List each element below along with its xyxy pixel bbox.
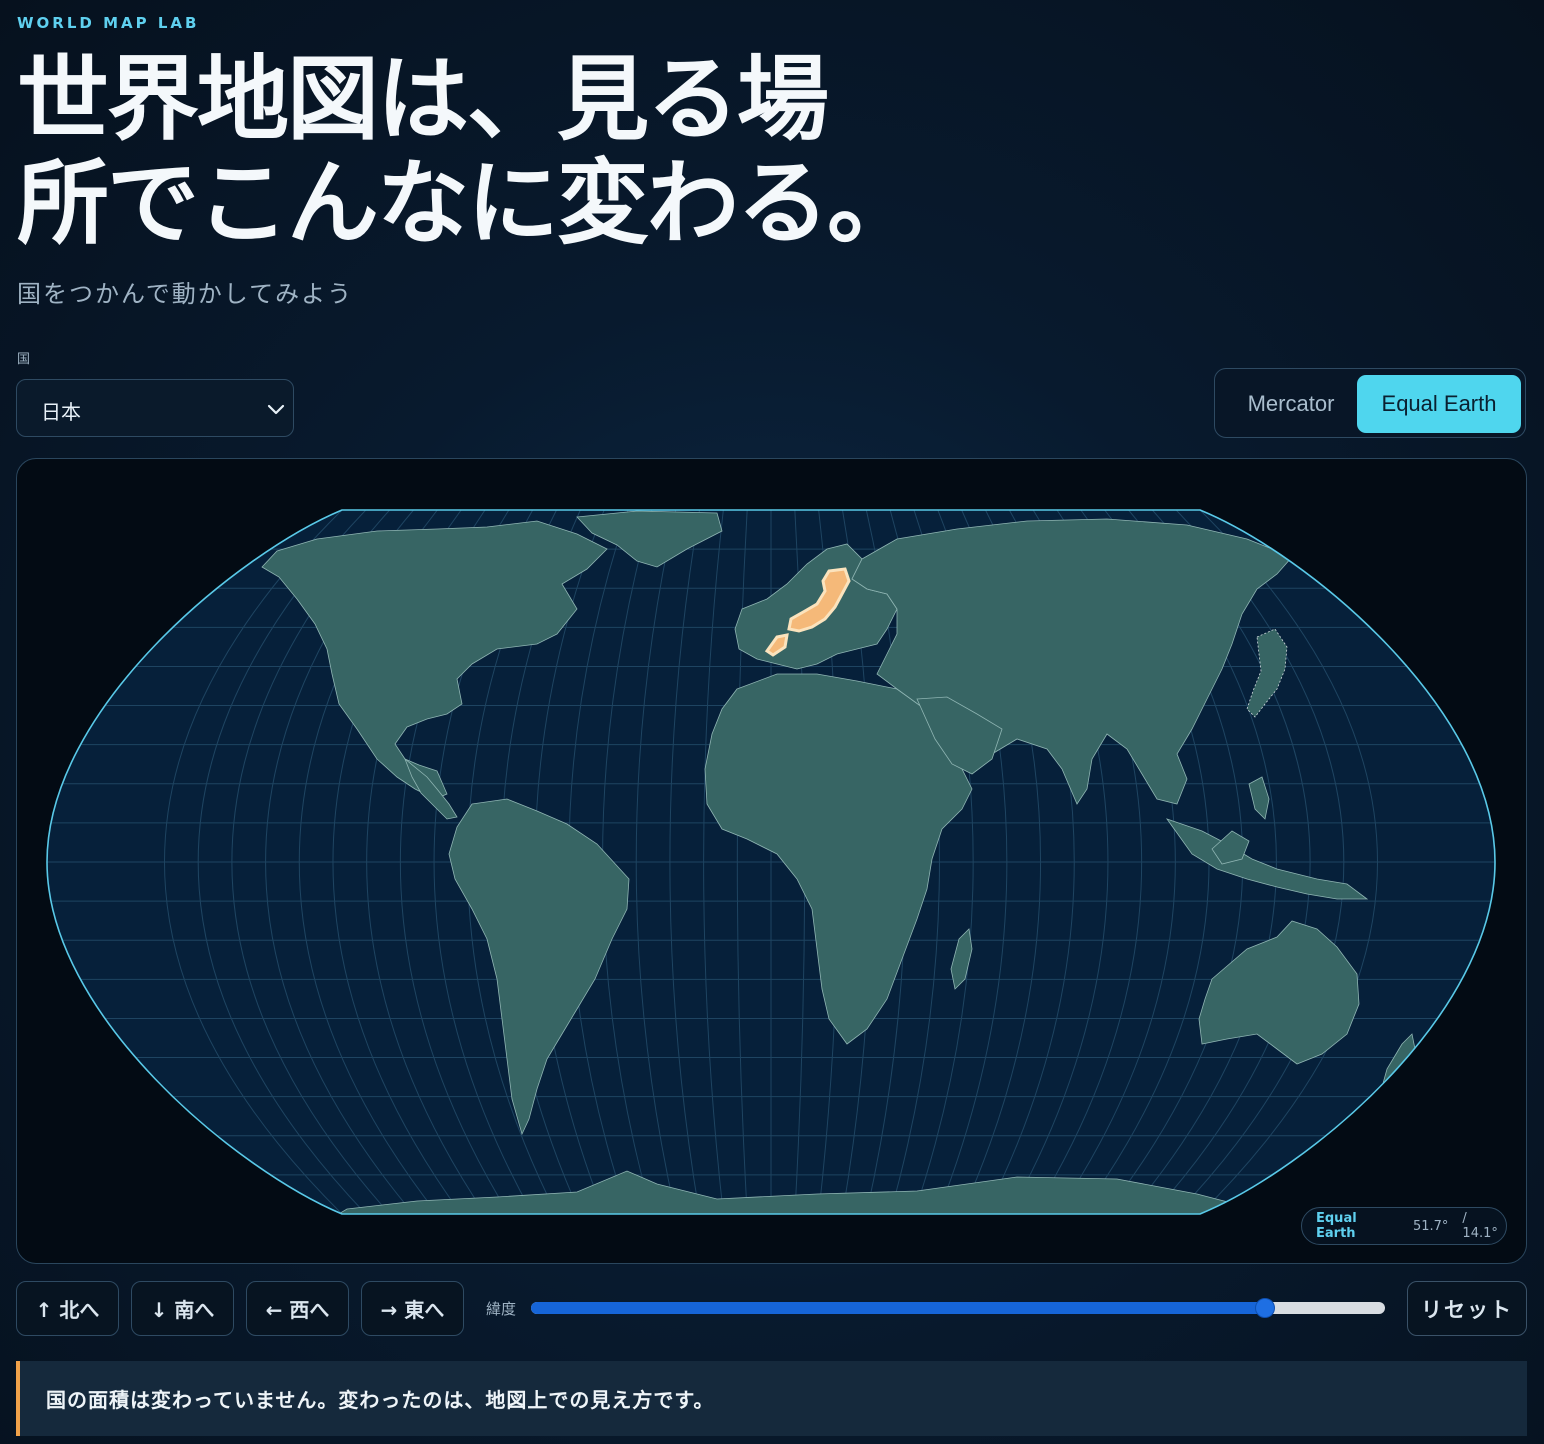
chevron-down-icon (267, 404, 285, 415)
app-eyebrow: WORLD MAP LAB (17, 14, 200, 32)
country-select[interactable]: 日本 (16, 379, 294, 437)
projection-badge: Equal Earth 51.7° / 14.1° (1301, 1207, 1507, 1245)
projection-option-mercator[interactable]: Mercator (1223, 375, 1359, 433)
latitude-slider[interactable] (531, 1298, 1385, 1318)
projection-toggle: Mercator Equal Earth (1214, 368, 1526, 438)
reset-button[interactable]: リセット (1407, 1281, 1527, 1336)
move-south-button[interactable]: ↓ 南へ (131, 1281, 234, 1336)
latitude-slider-thumb[interactable] (1255, 1298, 1276, 1318)
page-subtitle: 国をつかんで動かしてみよう (17, 280, 354, 308)
world-map[interactable]: Equal Earth 51.7° / 14.1° (16, 458, 1527, 1264)
move-west-button[interactable]: ← 西へ (246, 1281, 349, 1336)
latitude-slider-fill (531, 1302, 1266, 1314)
move-east-button[interactable]: → 東へ (361, 1281, 464, 1336)
latitude-slider-label: 緯度 (486, 1300, 517, 1318)
move-north-button[interactable]: ↑ 北へ (16, 1281, 119, 1336)
country-select-value: 日本 (41, 400, 81, 424)
page-title: 世界地図は、見る場 所でこんなに変わる。 (17, 46, 919, 257)
projection-badge-lon: / 14.1° (1462, 1211, 1498, 1241)
page-title-line-2: 所でこんなに変わる。 (17, 150, 919, 257)
projection-badge-name: Equal Earth (1316, 1211, 1357, 1241)
info-note: 国の面積は変わっていません。変わったのは、地図上での見え方です。 (16, 1361, 1527, 1436)
map-canvas[interactable] (17, 459, 1527, 1264)
projection-badge-lat: 51.7° (1412, 1218, 1449, 1234)
page-title-line-1: 世界地図は、見る場 (17, 46, 829, 153)
country-select-label: 国 (17, 352, 31, 367)
projection-option-equal-earth[interactable]: Equal Earth (1357, 375, 1521, 433)
